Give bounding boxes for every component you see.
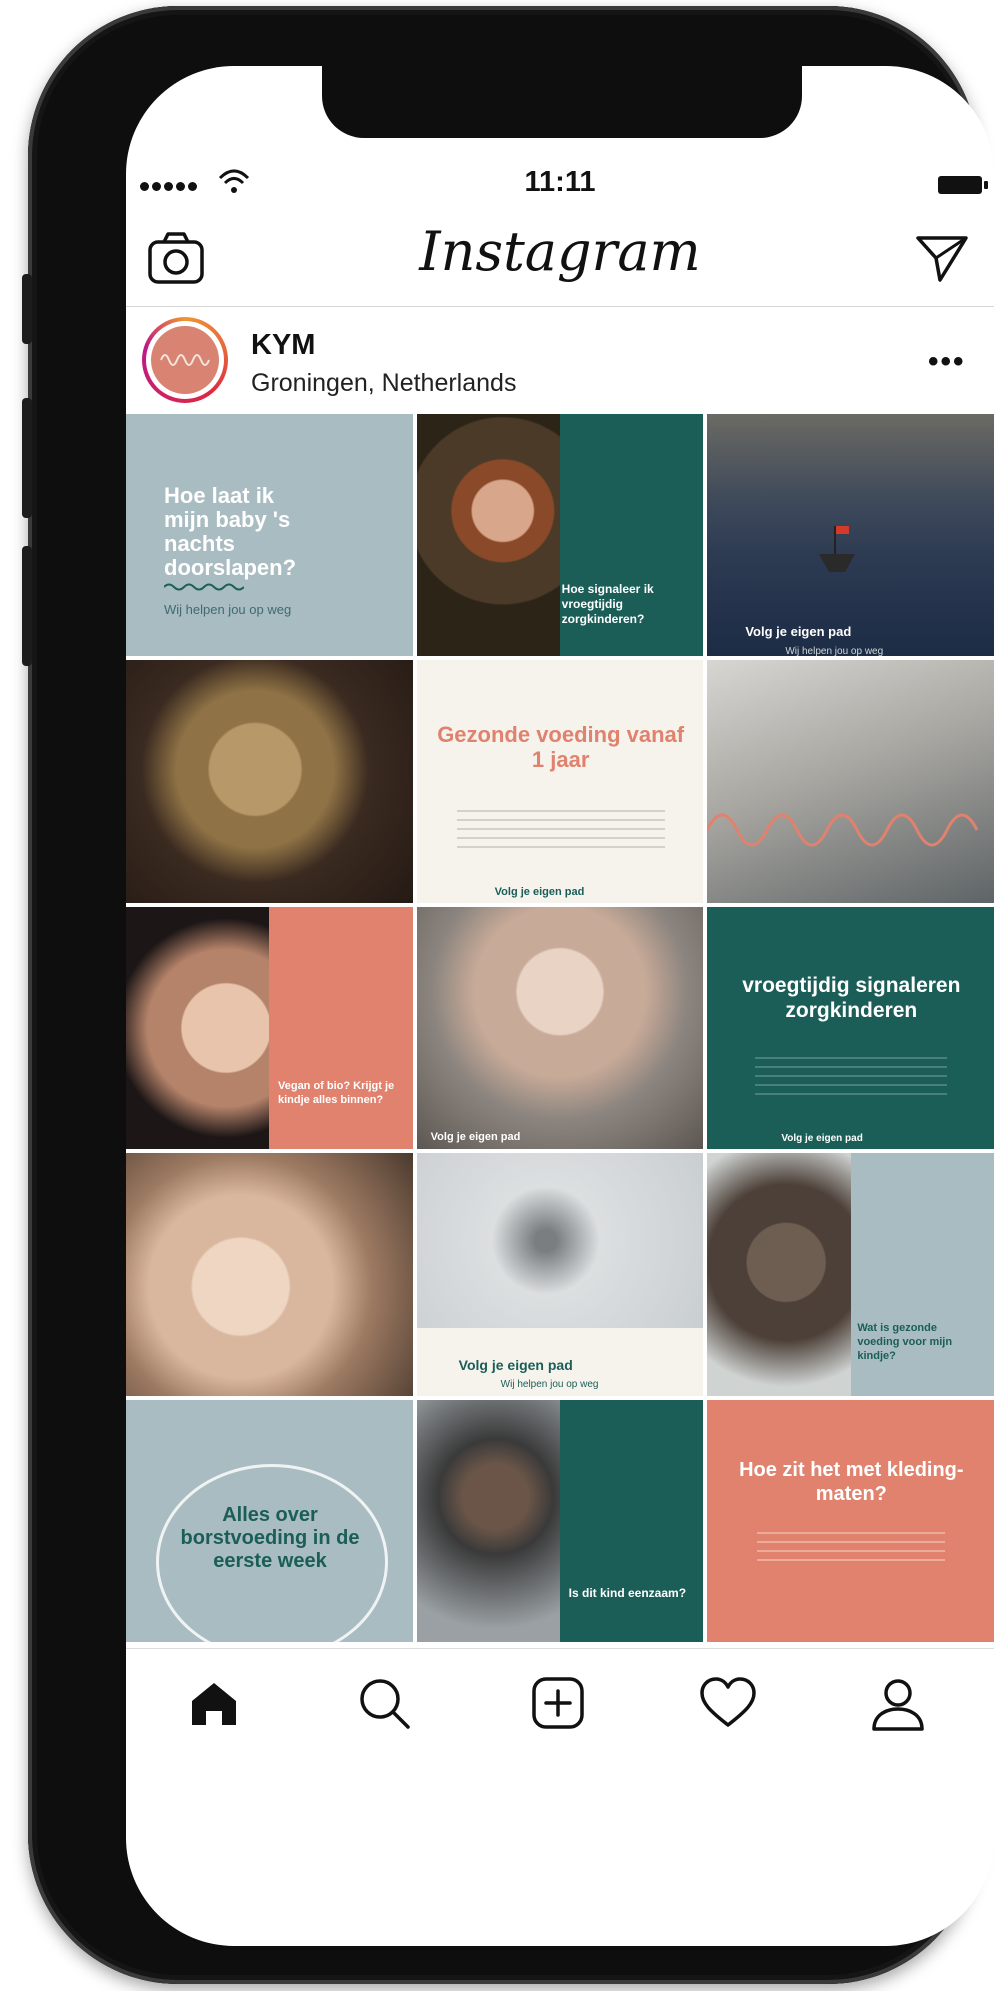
post-tile[interactable]: Hoe signaleer ik vroegtijdig zorgkindere… [416,414,704,657]
app-header: Instagram [126,214,994,307]
post-subtitle: Wij helpen jou op weg [785,646,884,657]
post-tile[interactable]: Alles over borstvoeding in de eerste wee… [126,1399,413,1642]
post-tile[interactable]: Vegan of bio? Krijgt je kindje alles bin… [126,906,413,1150]
post-title: Gezonde voeding vanaf 1 jaar [437,722,685,773]
mute-switch [22,274,32,344]
heart-icon[interactable] [696,1671,760,1735]
add-post-icon[interactable] [526,1671,590,1735]
profile-location[interactable]: Groningen, Netherlands [251,369,516,398]
post-tile[interactable] [126,1153,413,1396]
post-tile[interactable]: Wat is gezonde voeding voor mijn kindje? [707,1153,994,1396]
wave-decoration [164,583,244,591]
post-title: Hoe zit het met kleding-maten? [739,1458,964,1505]
post-title: Alles over borstvoeding in de eerste wee… [180,1503,360,1572]
post-title: Volg je eigen pad [458,1357,573,1374]
profile-header: KYM Groningen, Netherlands ••• [126,307,994,413]
avatar[interactable] [142,317,228,403]
post-tile[interactable]: Volg je eigen pad Wij helpen jou op weg [416,1153,704,1396]
body-text-lines [456,810,665,855]
post-footer: Volg je eigen pad [781,1132,863,1144]
phone-frame: 11:11 Instagram KYM Groningen, Netherlan… [22,6,994,1984]
battery-icon [938,176,988,194]
post-grid: Hoe laat ik mijn baby 's nachts doorslap… [126,414,994,1642]
body-text-lines [757,1531,946,1562]
post-tile[interactable]: Volg je eigen pad Wij helpen jou op weg [707,414,994,657]
profile-icon[interactable] [866,1671,930,1735]
body-text-lines [755,1056,948,1097]
post-title: Volg je eigen pad [430,1130,521,1143]
post-tile[interactable]: Is dit kind eenzaam? [416,1399,704,1642]
post-subtitle: Wij helpen jou op weg [500,1379,599,1391]
post-tile[interactable]: vroegtijdig signaleren zorgkinderen Volg… [707,906,994,1150]
post-tile[interactable] [707,660,994,903]
photo-boy [416,414,560,657]
photo-toddler [707,1153,851,1396]
search-icon[interactable] [352,1671,416,1735]
wave-decoration [707,813,979,847]
volume-up-button [22,398,32,518]
post-title: Hoe laat ik mijn baby 's nachts doorslap… [164,483,297,580]
post-title: Wat is gezonde voeding voor mijn kindje? [857,1322,953,1363]
post-footer: Volg je eigen pad [494,886,585,899]
post-tile[interactable]: Hoe laat ik mijn baby 's nachts doorslap… [126,414,413,657]
status-bar: 11:11 [126,148,994,208]
post-title: vroegtijdig signaleren zorgkinderen [742,973,961,1022]
post-title: Volg je eigen pad [745,624,852,639]
more-options-icon[interactable]: ••• [928,347,966,377]
profile-username[interactable]: KYM [251,329,315,362]
screen: 11:11 Instagram KYM Groningen, Netherlan… [126,66,994,1946]
post-tile[interactable]: Gezonde voeding vanaf 1 jaar Volg je eig… [416,660,704,903]
post-title: Vegan of bio? Krijgt je kindje alles bin… [278,1079,395,1106]
post-subtitle: Wij helpen jou op weg [164,602,292,617]
post-tile[interactable]: Hoe zit het met kleding-maten? [707,1399,994,1642]
photo-toys [416,1153,704,1328]
post-title: Is dit kind eenzaam? [568,1585,687,1600]
bottom-nav [126,1648,994,1757]
status-time: 11:11 [524,166,596,198]
post-tile[interactable]: Volg je eigen pad [416,906,704,1150]
photo-kid [416,1399,560,1642]
volume-down-button [22,546,32,666]
post-tile[interactable] [126,660,413,903]
photo-child [126,906,270,1150]
send-icon[interactable] [914,232,970,284]
home-icon[interactable] [182,1671,246,1735]
notch [322,66,802,138]
paper-boat [819,526,856,572]
post-title: Hoe signaleer ik vroegtijdig zorgkindere… [561,582,654,626]
app-logo: Instagram [419,220,701,283]
